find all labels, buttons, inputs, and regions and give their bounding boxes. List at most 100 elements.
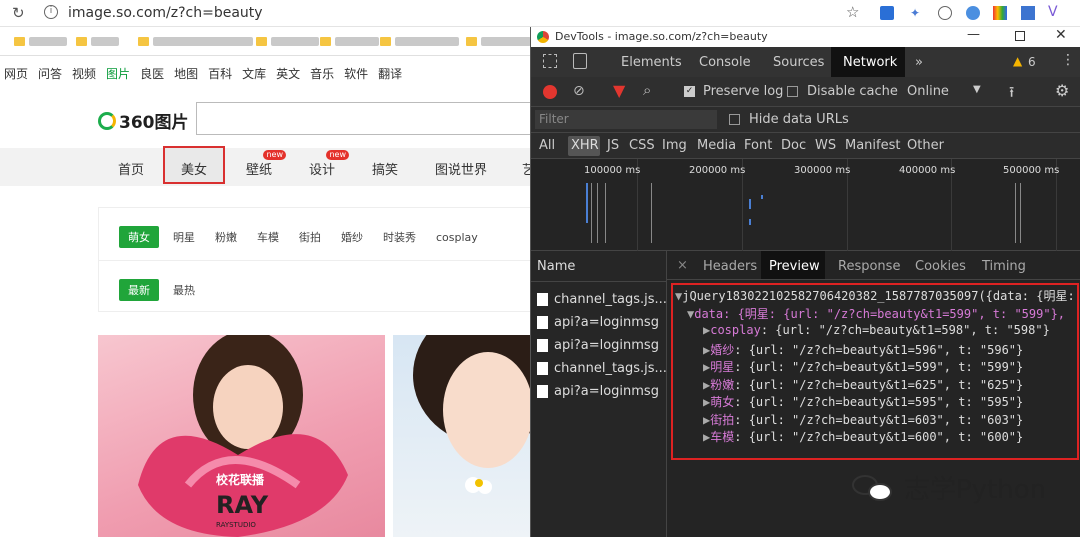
close-detail-button[interactable]: × bbox=[677, 258, 688, 273]
type-css[interactable]: CSS bbox=[629, 138, 655, 153]
tab-timing[interactable]: Timing bbox=[982, 259, 1026, 274]
tab-sources[interactable]: Sources bbox=[773, 55, 824, 70]
type-manifest[interactable]: Manifest bbox=[845, 138, 900, 153]
nav-link[interactable]: 视频 bbox=[72, 65, 96, 82]
category-funny[interactable]: 搞笑 bbox=[372, 159, 398, 178]
bookmark-item[interactable] bbox=[466, 35, 531, 47]
nav-link[interactable]: 良医 bbox=[140, 65, 164, 82]
bookmark-item[interactable] bbox=[320, 35, 379, 47]
nav-link[interactable]: 问答 bbox=[38, 65, 62, 82]
preview-item-line[interactable]: ▶明星: {url: "/z?ch=beauty&t1=599", t: "59… bbox=[703, 358, 1023, 375]
tab-preview-active[interactable]: Preview bbox=[761, 251, 825, 279]
extension-icon[interactable] bbox=[966, 6, 980, 20]
search-icon[interactable]: ⌕ bbox=[643, 81, 651, 99]
bookmark-item[interactable] bbox=[380, 35, 459, 47]
extension-icon[interactable] bbox=[993, 6, 1007, 20]
tag-active[interactable]: 最新 bbox=[119, 279, 159, 301]
type-other[interactable]: Other bbox=[907, 138, 944, 153]
minimize-button[interactable]: — bbox=[967, 27, 980, 42]
extension-icon[interactable]: ✦ bbox=[910, 6, 924, 20]
nav-link[interactable]: 百科 bbox=[208, 65, 232, 82]
tag-filter[interactable]: 车模 bbox=[257, 229, 279, 245]
nav-link[interactable]: 网页 bbox=[4, 65, 28, 82]
tag-filter[interactable]: 街拍 bbox=[299, 229, 321, 245]
preview-item-line[interactable]: ▶cosplay: {url: "/z?ch=beauty&t1=598", t… bbox=[703, 323, 1050, 337]
type-all[interactable]: All bbox=[539, 138, 555, 153]
preview-root-line[interactable]: ▼jQuery18302210258270642038​2_1587787035… bbox=[675, 287, 1075, 304]
nav-link[interactable]: 翻译 bbox=[378, 65, 402, 82]
chevron-down-icon[interactable]: ▼ bbox=[973, 84, 981, 95]
preview-item-line[interactable]: ▶街拍: {url: "/z?ch=beauty&t1=603", t: "60… bbox=[703, 411, 1023, 428]
tag-active[interactable]: 萌女 bbox=[119, 226, 159, 248]
tab-headers[interactable]: Headers bbox=[703, 259, 757, 274]
nav-link[interactable]: 软件 bbox=[344, 65, 368, 82]
gear-icon[interactable]: ⚙ bbox=[1055, 81, 1069, 100]
preserve-log-checkbox[interactable]: ✓ bbox=[684, 86, 695, 97]
type-media[interactable]: Media bbox=[697, 138, 736, 153]
bookmark-item[interactable] bbox=[138, 35, 253, 47]
category-design[interactable]: 设计 new bbox=[309, 150, 350, 178]
type-ws[interactable]: WS bbox=[815, 138, 836, 153]
import-har-icon[interactable]: ⭱ bbox=[1009, 82, 1014, 107]
type-img[interactable]: Img bbox=[662, 138, 687, 153]
throttle-select[interactable]: Online bbox=[907, 84, 949, 99]
extension-icon[interactable] bbox=[938, 6, 952, 20]
info-icon[interactable]: i bbox=[44, 5, 58, 19]
inspect-icon[interactable] bbox=[543, 54, 557, 68]
type-xhr-active[interactable]: XHR bbox=[568, 136, 600, 156]
tab-cookies[interactable]: Cookies bbox=[915, 259, 966, 274]
site-logo[interactable]: 360图片 bbox=[98, 108, 189, 133]
tab-elements[interactable]: Elements bbox=[621, 55, 682, 70]
photo-card[interactable] bbox=[393, 335, 530, 537]
bookmark-star-icon[interactable]: ☆ bbox=[846, 3, 859, 21]
preview-item-line[interactable]: ▶粉嫩: {url: "/z?ch=beauty&t1=625", t: "62… bbox=[703, 376, 1023, 393]
category-home[interactable]: 首页 bbox=[118, 159, 144, 178]
type-doc[interactable]: Doc bbox=[781, 138, 806, 153]
nav-link[interactable]: 文库 bbox=[242, 65, 266, 82]
warning-icon[interactable]: ▲ bbox=[1013, 54, 1022, 68]
clear-icon[interactable]: ⊘ bbox=[573, 83, 585, 99]
category-world[interactable]: 图说世界 bbox=[435, 159, 487, 178]
request-row[interactable]: channel_tags.js... bbox=[537, 292, 667, 307]
bookmark-item[interactable] bbox=[14, 35, 67, 47]
bookmark-item[interactable] bbox=[76, 35, 119, 47]
preview-item-line[interactable]: ▶婚纱: {url: "/z?ch=beauty&t1=596", t: "59… bbox=[703, 341, 1023, 358]
tab-console[interactable]: Console bbox=[699, 55, 751, 70]
tag-filter[interactable]: 时装秀 bbox=[383, 229, 416, 245]
preview-item-line[interactable]: ▶车模: {url: "/z?ch=beauty&t1=600", t: "60… bbox=[703, 428, 1023, 445]
type-font[interactable]: Font bbox=[744, 138, 772, 153]
tab-network-active[interactable]: Network bbox=[831, 47, 905, 77]
nav-link[interactable]: 音乐 bbox=[310, 65, 334, 82]
tab-response[interactable]: Response bbox=[838, 259, 900, 274]
maximize-button[interactable] bbox=[1015, 31, 1025, 41]
tag-filter[interactable]: cosplay bbox=[436, 231, 478, 244]
category-beauty-selected[interactable]: 美女 bbox=[163, 146, 225, 184]
extension-icon[interactable] bbox=[1021, 6, 1035, 20]
preview-data-line[interactable]: ▼data: {明星: {url: "/z?ch=beauty&t1=599",… bbox=[687, 305, 1065, 322]
close-window-button[interactable]: ✕ bbox=[1055, 27, 1067, 43]
search-input[interactable] bbox=[196, 102, 536, 135]
bookmark-item[interactable] bbox=[256, 35, 319, 47]
hide-data-urls-checkbox[interactable] bbox=[729, 114, 740, 125]
disable-cache-checkbox[interactable] bbox=[787, 86, 798, 97]
extension-icon[interactable] bbox=[880, 6, 894, 20]
network-timeline[interactable]: 100000 ms 200000 ms 300000 ms 400000 ms … bbox=[531, 159, 1080, 251]
request-row[interactable]: api?a=loginmsg bbox=[537, 315, 659, 330]
reload-icon[interactable]: ↻ bbox=[12, 4, 25, 22]
nav-link[interactable]: 地图 bbox=[174, 65, 198, 82]
request-row[interactable]: channel_tags.js... bbox=[537, 361, 667, 376]
tag-filter[interactable]: 粉嫩 bbox=[215, 229, 237, 245]
nav-link[interactable]: 图片 bbox=[106, 65, 130, 82]
tab-more[interactable]: » bbox=[915, 55, 923, 70]
kebab-menu-icon[interactable]: ⋮ bbox=[1061, 52, 1075, 68]
tag-sort[interactable]: 最热 bbox=[173, 282, 195, 298]
nav-link[interactable]: 英文 bbox=[276, 65, 300, 82]
preview-item-line[interactable]: ▶萌女: {url: "/z?ch=beauty&t1=595", t: "59… bbox=[703, 393, 1023, 410]
filter-input[interactable]: Filter bbox=[535, 110, 717, 129]
filter-icon[interactable]: ▼ bbox=[613, 81, 625, 100]
record-icon[interactable] bbox=[543, 85, 557, 99]
tag-filter[interactable]: 明星 bbox=[173, 229, 195, 245]
extension-icon[interactable]: V bbox=[1048, 4, 1058, 20]
request-row[interactable]: api?a=loginmsg bbox=[537, 338, 659, 353]
category-wallpaper[interactable]: 壁纸 new bbox=[246, 150, 287, 178]
